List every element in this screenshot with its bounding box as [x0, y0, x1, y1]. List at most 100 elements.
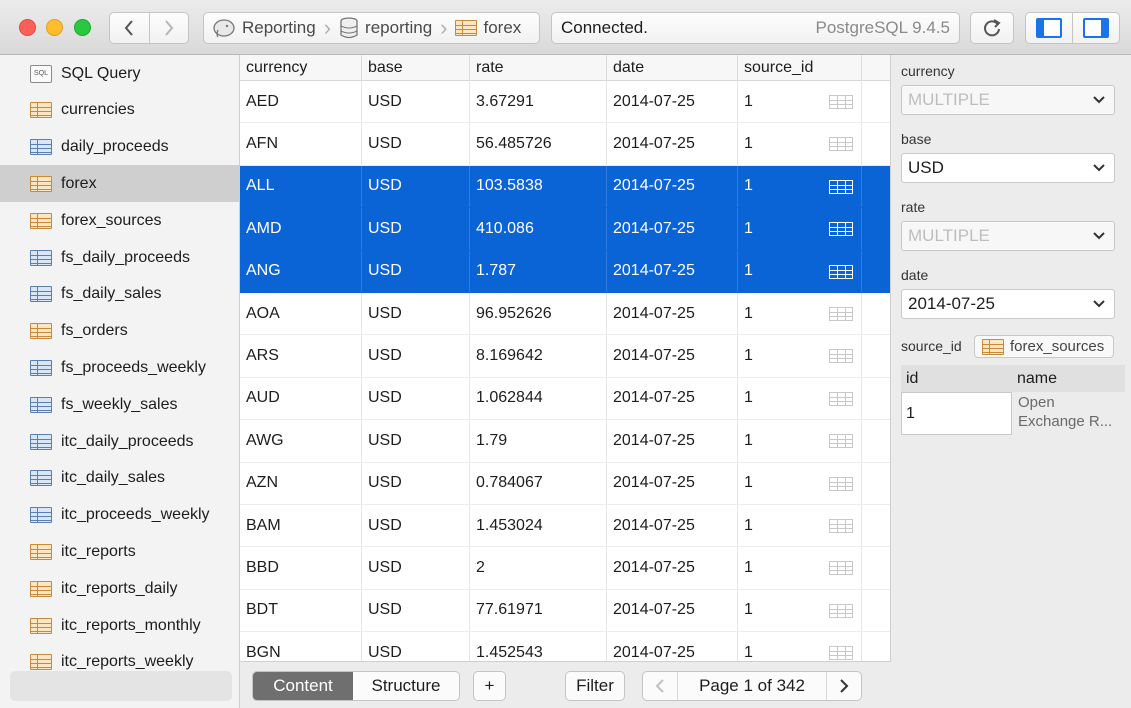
sidebar-item-itc-daily-sales[interactable]: itc_daily_sales — [0, 460, 239, 497]
minimize-window-button[interactable] — [46, 19, 63, 36]
table-row[interactable]: AED USD 3.67291 2014-07-25 1 — [240, 81, 890, 124]
foreign-key-table-icon[interactable] — [829, 603, 853, 618]
table-row[interactable]: AFN USD 56.485726 2014-07-25 1 — [240, 123, 890, 166]
cell-date[interactable]: 2014-07-25 — [607, 123, 738, 165]
column-header-source-id[interactable]: source_id — [738, 55, 862, 81]
cell-rate[interactable]: 1.79 — [470, 420, 607, 462]
sidebar-item-daily-proceeds[interactable]: daily_proceeds — [0, 129, 239, 166]
cell-base[interactable]: USD — [362, 293, 470, 335]
table-row[interactable]: BBD USD 2 2014-07-25 1 — [240, 547, 890, 590]
sidebar-item-currencies[interactable]: currencies — [0, 92, 239, 129]
cell-date[interactable]: 2014-07-25 — [607, 547, 738, 589]
cell-date[interactable]: 2014-07-25 — [607, 589, 738, 632]
cell-currency[interactable]: BAM — [240, 505, 362, 547]
cell-currency[interactable]: ALL — [240, 165, 362, 208]
cell-rate[interactable]: 56.485726 — [470, 123, 607, 165]
foreign-key-table-icon[interactable] — [829, 561, 853, 576]
close-window-button[interactable] — [19, 19, 36, 36]
table-row[interactable]: AOA USD 96.952626 2014-07-25 1 — [240, 293, 890, 336]
sidebar-item-forex-sources[interactable]: forex_sources — [0, 202, 239, 239]
sidebar-item-itc-reports-daily[interactable]: itc_reports_daily — [0, 570, 239, 607]
next-page-button[interactable] — [827, 672, 861, 700]
sidebar-item-fs-orders[interactable]: fs_orders — [0, 313, 239, 350]
cell-base[interactable]: USD — [362, 632, 470, 661]
related-record-row[interactable]: 1 Open Exchange R... — [901, 392, 1125, 435]
foreign-key-table-icon[interactable] — [829, 349, 853, 364]
foreign-key-table-icon[interactable] — [829, 391, 853, 406]
sidebar-item-fs-daily-proceeds[interactable]: fs_daily_proceeds — [0, 239, 239, 276]
toggle-sidebar-button[interactable] — [1026, 13, 1072, 43]
cell-base[interactable]: USD — [362, 123, 470, 165]
cell-date[interactable]: 2014-07-25 — [607, 377, 738, 420]
cell-date[interactable]: 2014-07-25 — [607, 632, 738, 661]
cell-base[interactable]: USD — [362, 250, 470, 292]
cell-currency[interactable]: AOA — [240, 293, 362, 335]
tab-structure[interactable]: Structure — [353, 672, 459, 700]
foreign-key-table-icon[interactable] — [829, 222, 853, 237]
cell-date[interactable]: 2014-07-25 — [607, 462, 738, 504]
cell-currency[interactable]: BGN — [240, 632, 362, 661]
cell-base[interactable]: USD — [362, 547, 470, 589]
foreign-key-table-icon[interactable] — [829, 137, 853, 152]
cell-rate[interactable]: 8.169642 — [470, 335, 607, 377]
related-id-cell[interactable]: 1 — [901, 392, 1012, 435]
zoom-window-button[interactable] — [74, 19, 91, 36]
foreign-key-table-icon[interactable] — [829, 646, 853, 661]
cell-date[interactable]: 2014-07-25 — [607, 505, 738, 547]
reload-button[interactable] — [970, 12, 1014, 44]
cell-date[interactable]: 2014-07-25 — [607, 335, 738, 377]
data-grid[interactable]: currency base rate date source_id AED USD 3.67… — [240, 55, 891, 661]
foreign-key-table-icon[interactable] — [829, 264, 853, 279]
sidebar-search-field[interactable] — [10, 671, 232, 701]
inspector-field-base[interactable]: USD — [901, 153, 1115, 183]
cell-base[interactable]: USD — [362, 420, 470, 462]
table-row[interactable]: AUD USD 1.062844 2014-07-25 1 — [240, 377, 890, 421]
tab-content[interactable]: Content — [253, 672, 353, 700]
cell-base[interactable]: USD — [362, 462, 470, 504]
table-row[interactable]: BAM USD 1.453024 2014-07-25 1 — [240, 505, 890, 548]
cell-base[interactable]: USD — [362, 377, 470, 420]
cell-base[interactable]: USD — [362, 335, 470, 377]
foreign-key-table-icon[interactable] — [829, 307, 853, 321]
sidebar-item-fs-proceeds-weekly[interactable]: fs_proceeds_weekly — [0, 349, 239, 386]
back-button[interactable] — [110, 13, 149, 43]
cell-date[interactable]: 2014-07-25 — [607, 420, 738, 462]
sidebar-item-itc-daily-proceeds[interactable]: itc_daily_proceeds — [0, 423, 239, 460]
inspector-field-date[interactable]: 2014-07-25 — [901, 289, 1115, 319]
foreign-key-table-icon[interactable] — [829, 434, 853, 449]
foreign-key-table-icon[interactable] — [829, 476, 853, 491]
cell-base[interactable]: USD — [362, 165, 470, 208]
cell-currency[interactable]: AED — [240, 81, 362, 123]
table-row[interactable]: AMD USD 410.086 2014-07-25 1 — [240, 208, 890, 251]
table-row[interactable]: AZN USD 0.784067 2014-07-25 1 — [240, 462, 890, 505]
cell-currency[interactable]: BBD — [240, 547, 362, 589]
table-row[interactable]: ARS USD 8.169642 2014-07-25 1 — [240, 335, 890, 378]
cell-base[interactable]: USD — [362, 81, 470, 123]
cell-rate[interactable]: 77.61971 — [470, 589, 607, 632]
cell-currency[interactable]: AFN — [240, 123, 362, 165]
sidebar-item-sql-query[interactable]: SQL SQL Query — [0, 55, 239, 92]
table-row[interactable]: BDT USD 77.61971 2014-07-25 1 — [240, 589, 890, 633]
inspector-field-rate[interactable]: MULTIPLE — [901, 221, 1115, 251]
breadcrumb-table[interactable]: forex — [455, 18, 521, 38]
column-header-rate[interactable]: rate — [470, 55, 607, 81]
cell-date[interactable]: 2014-07-25 — [607, 293, 738, 335]
cell-currency[interactable]: AMD — [240, 208, 362, 250]
cell-rate[interactable]: 410.086 — [470, 208, 607, 250]
table-row[interactable]: AWG USD 1.79 2014-07-25 1 — [240, 420, 890, 463]
sidebar-item-itc-proceeds-weekly[interactable]: itc_proceeds_weekly — [0, 497, 239, 534]
table-row[interactable]: ANG USD 1.787 2014-07-25 1 — [240, 250, 890, 293]
sidebar-item-itc-reports[interactable]: itc_reports — [0, 533, 239, 570]
cell-rate[interactable]: 1.452543 — [470, 632, 607, 661]
previous-page-button[interactable] — [643, 672, 677, 700]
table-row[interactable]: ALL USD 103.5838 2014-07-25 1 — [240, 165, 890, 209]
cell-date[interactable]: 2014-07-25 — [607, 208, 738, 250]
cell-date[interactable]: 2014-07-25 — [607, 81, 738, 123]
filter-button[interactable]: Filter — [565, 671, 625, 701]
cell-rate[interactable]: 1.453024 — [470, 505, 607, 547]
toggle-inspector-button[interactable] — [1072, 13, 1119, 43]
cell-rate[interactable]: 1.787 — [470, 250, 607, 292]
foreign-key-table-icon[interactable] — [829, 519, 853, 533]
inspector-field-currency[interactable]: MULTIPLE — [901, 85, 1115, 115]
cell-rate[interactable]: 1.062844 — [470, 377, 607, 420]
